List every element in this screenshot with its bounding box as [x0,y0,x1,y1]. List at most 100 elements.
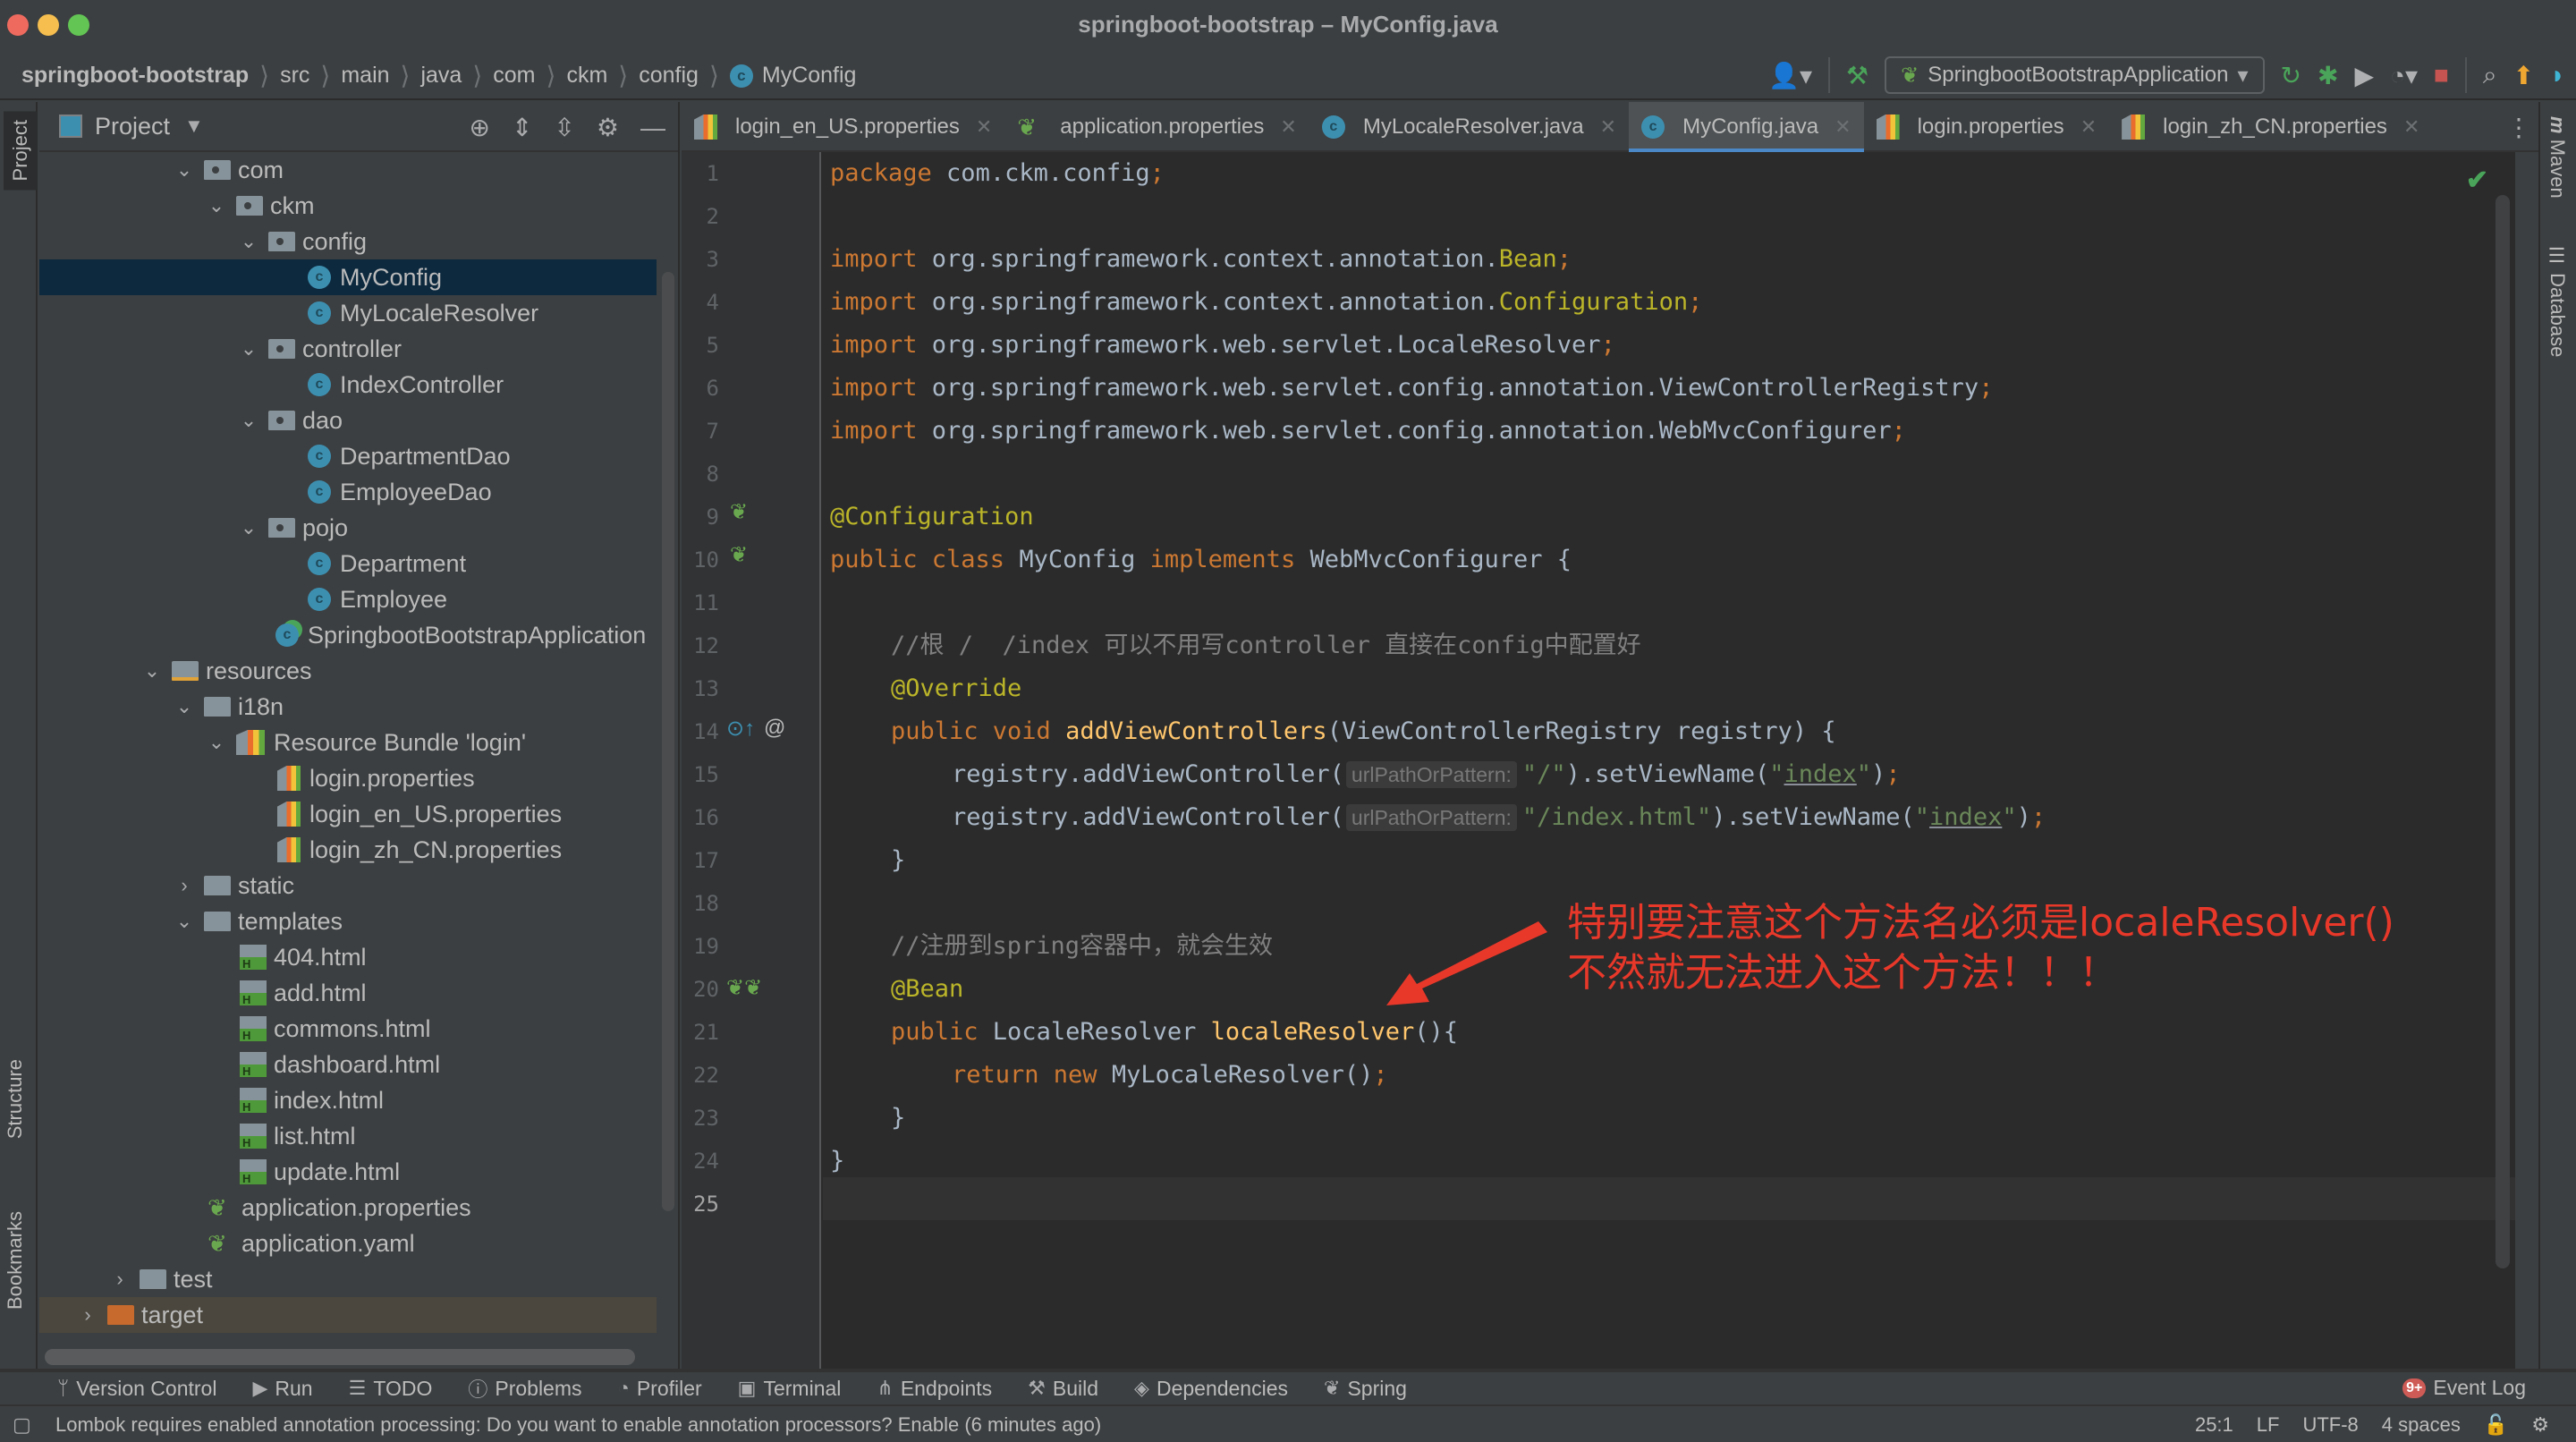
tab-login-zh-cn-properties[interactable]: login_zh_CN.properties ✕ [2109,102,2432,152]
tree-item-dashboard-html[interactable]: Hdashboard.html [39,1047,657,1082]
project-view-select[interactable]: Project [95,113,170,140]
editor-vertical-scrollbar[interactable] [2496,195,2510,1268]
breadcrumb-item[interactable]: com [493,63,535,89]
spring-tool-button[interactable]: ❦ Spring [1324,1377,1407,1401]
close-tab-icon[interactable]: ✕ [1835,115,1851,139]
tree-item-404-html[interactable]: H 404.html [39,939,657,975]
close-tab-icon[interactable]: ✕ [2080,115,2097,139]
profile-icon[interactable]: ◔▾ [2390,61,2418,90]
inspection-settings-icon[interactable]: ⚙ [2531,1413,2549,1437]
tree-item-list-html[interactable]: Hlist.html [39,1118,657,1154]
tree-item-employee[interactable]: c Employee [39,581,657,617]
breadcrumb-item[interactable]: springboot-bootstrap [21,63,249,89]
dependencies-tool-button[interactable]: ◈ Dependencies [1134,1377,1288,1401]
hide-panel-icon[interactable]: — [640,114,665,142]
search-icon[interactable]: ⌕ [2483,61,2497,90]
project-vertical-scrollbar[interactable] [662,272,674,1211]
code-editor[interactable]: ❦ ❦ ⊙↑ @ ❦❦ 1 2 3 4 5 6 7 8 9 10 11 12 13 14 15 16 17 18 1… [682,152,2515,1369]
toggle-tool-windows-icon[interactable]: ▢ [13,1413,31,1437]
project-tool-button[interactable]: Project [4,111,38,191]
caret-position[interactable]: 25:1 [2195,1413,2233,1437]
tree-item-templates[interactable]: ⌄ templates [39,903,657,939]
version-control-tool-button[interactable]: ᛘ Version Control [57,1377,216,1401]
close-tab-icon[interactable]: ✕ [1280,115,1296,139]
chevron-down-icon[interactable]: ⌄ [206,731,227,754]
database-tool-button[interactable]: ☰ Database [2546,245,2569,357]
tab-myconfig-java[interactable]: c MyConfig.java ✕ [1629,102,1864,154]
tab-application-properties[interactable]: ❦ application.properties ✕ [1004,102,1309,152]
tree-item-commons-html[interactable]: Hcommons.html [39,1011,657,1047]
chevron-down-icon[interactable]: ⌄ [238,516,259,539]
no-problems-check-icon[interactable]: ✔ [2466,165,2488,196]
collapse-all-icon[interactable]: ⇳ [554,113,574,142]
tree-item-test[interactable]: › test [39,1261,657,1297]
update-icon[interactable]: ⬆ [2513,61,2534,90]
todo-tool-button[interactable]: ☰ TODO [349,1377,433,1401]
tree-item-add-html[interactable]: Hadd.html [39,975,657,1011]
tree-item-login-properties[interactable]: login.properties [39,760,657,796]
tree-item-dao[interactable]: ⌄ dao [39,403,657,438]
breadcrumb-item[interactable]: ckm [566,63,607,89]
close-tab-icon[interactable]: ✕ [1600,115,1616,139]
status-message[interactable]: Lombok requires enabled annotation proce… [55,1413,1101,1437]
implements-method-icon[interactable]: ⊙↑ [726,716,755,742]
locate-file-icon[interactable]: ⊕ [469,113,489,142]
tree-item-departmentdao[interactable]: c DepartmentDao [39,438,657,474]
tab-login-properties[interactable]: login.properties ✕ [1864,102,2110,152]
tree-item-employeedao[interactable]: c EmployeeDao [39,474,657,510]
toolbox-icon[interactable]: ◗ [2550,61,2565,89]
tree-item-update-html[interactable]: Hupdate.html [39,1154,657,1190]
breadcrumb-item[interactable]: src [280,63,309,89]
close-tab-icon[interactable]: ✕ [2403,115,2419,139]
spring-bean-method-icon[interactable]: ❦❦ [726,975,762,1001]
run-tool-button[interactable]: ▶ Run [252,1377,312,1401]
tree-item-config[interactable]: ⌄ config [39,224,657,259]
endpoints-tool-button[interactable]: ⋔ Endpoints [877,1377,992,1401]
tree-item-i18n[interactable]: ⌄ i18n [39,689,657,725]
bookmarks-tool-button[interactable]: Bookmarks [4,1211,27,1310]
chevron-down-icon[interactable]: ⌄ [174,695,195,718]
build-hammer-icon[interactable]: ⚒ [1846,61,1868,90]
chevron-down-icon[interactable]: ⌄ [238,409,259,432]
chevron-right-icon[interactable]: › [174,874,195,897]
spring-config-gutter-icon[interactable]: ❦ [730,542,748,568]
tree-item-index-html[interactable]: Hindex.html [39,1082,657,1118]
breadcrumb-item[interactable]: config [639,63,699,89]
tab-login-en-us-properties[interactable]: login_en_US.properties ✕ [682,102,1004,152]
tree-item-login-en-us-properties[interactable]: login_en_US.properties [39,796,657,832]
chevron-right-icon[interactable]: › [109,1268,131,1291]
structure-tool-button[interactable]: Structure [4,1059,27,1139]
tree-item-application-properties[interactable]: ❦ application.properties [39,1190,657,1226]
tree-item-mylocaleresolver[interactable]: c MyLocaleResolver [39,295,657,331]
run-configuration-select[interactable]: ❦ SpringbootBootstrapApplication ▾ [1885,56,2265,94]
debug-icon[interactable]: ✱ [2318,61,2338,90]
problems-tool-button[interactable]: ⓘ Problems [468,1374,581,1403]
coverage-icon[interactable]: ▶ [2354,61,2374,90]
maven-tool-button[interactable]: m Maven [2546,116,2569,199]
settings-gear-icon[interactable]: ⚙ [597,113,619,142]
tree-item-indexcontroller[interactable]: c IndexController [39,367,657,403]
tree-item-resource-bundle[interactable]: ⌄ Resource Bundle 'login' [39,725,657,760]
file-encoding[interactable]: UTF-8 [2302,1413,2358,1437]
account-icon[interactable]: 👤▾ [1768,61,1812,90]
line-separator[interactable]: LF [2257,1413,2280,1437]
tree-item-ckm[interactable]: ⌄ ckm [39,188,657,224]
expand-all-icon[interactable]: ⇕ [512,113,532,142]
spring-bean-icon[interactable]: ❦ [730,499,748,525]
chevron-down-icon[interactable]: ⌄ [238,337,259,360]
project-horizontal-scrollbar[interactable] [45,1349,635,1365]
annotation-icon[interactable]: @ [764,716,785,741]
tree-item-application-yaml[interactable]: ❦ application.yaml [39,1226,657,1261]
breadcrumb-item[interactable]: java [420,63,462,89]
chevron-down-icon[interactable]: ⌄ [174,910,195,933]
terminal-tool-button[interactable]: ▣ Terminal [738,1377,842,1401]
profiler-tool-button[interactable]: ◔ Profiler [618,1377,702,1401]
stop-icon[interactable]: ■ [2434,61,2449,89]
chevron-down-icon[interactable]: ⌄ [174,158,195,182]
more-tabs-icon[interactable]: ⋮ [2506,113,2531,142]
rerun-icon[interactable]: ↻ [2281,61,2301,90]
tree-item-controller[interactable]: ⌄ controller [39,331,657,367]
lock-icon[interactable]: 🔓 [2484,1413,2508,1437]
close-tab-icon[interactable]: ✕ [976,115,992,139]
tree-item-pojo[interactable]: ⌄ pojo [39,510,657,546]
